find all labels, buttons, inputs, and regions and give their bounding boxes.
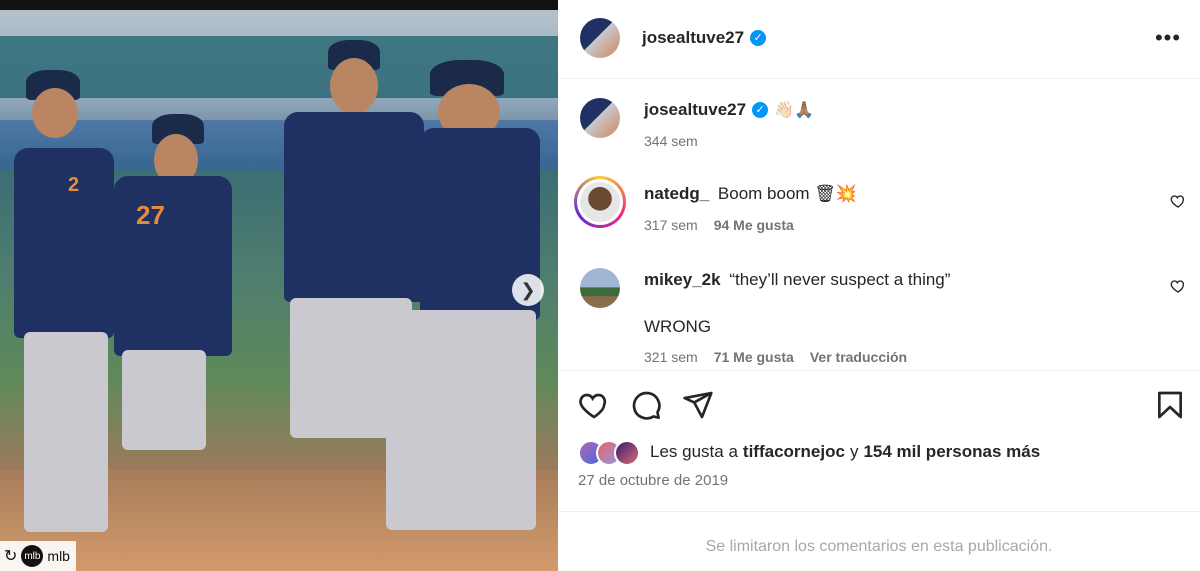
comment-time: 317 sem [644,217,698,233]
repost-icon: ↻ [4,548,18,565]
post-date[interactable]: 27 de octubre de 2019 [578,472,728,489]
comment-time: 321 sem [644,349,698,365]
verified-badge-icon: ✓ [750,30,767,46]
likes-prefix: Les gusta a [650,442,738,461]
comment-likes[interactable]: 71 Me gusta [714,349,794,365]
jersey-number: 2 [68,174,80,196]
next-image-button[interactable]: ❯ [512,274,544,306]
author-avatar[interactable] [580,18,620,58]
player-figure [350,60,550,560]
comment-like-heart-icon[interactable] [1170,193,1186,209]
heart-icon[interactable] [578,389,610,421]
comment-text: “they’ll never suspect a thing” [729,270,951,289]
post-image[interactable]: 2 27 ❯ ↻ mlb mlb [0,0,558,571]
post-details-panel: josealtuve27 ✓ ••• josealtuve27 ✓ 👋🏻🙏🏽 3… [558,0,1200,571]
bookmark-icon[interactable] [1154,389,1186,421]
author-username[interactable]: josealtuve27 [642,28,744,48]
credit-name: mlb [47,548,70,564]
jersey-number: 27 [136,200,165,230]
repost-credit[interactable]: ↻ mlb mlb [0,541,76,571]
send-icon[interactable] [682,389,714,421]
comment-text-line2: WRONG [644,317,712,336]
likes-count[interactable]: 154 mil personas más [863,442,1040,462]
comment-icon[interactable] [630,389,662,421]
more-horizontal-icon: ••• [1154,25,1182,50]
comment-username[interactable]: mikey_2k [644,270,721,289]
comment-likes[interactable]: 94 Me gusta [714,217,794,233]
caption-avatar[interactable] [580,98,620,138]
see-translation-link[interactable]: Ver traducción [810,349,907,365]
caption-username[interactable]: josealtuve27 [644,100,746,120]
caption-text: 👋🏻🙏🏽 [774,102,814,119]
comment-like-heart-icon[interactable] [1170,278,1186,294]
comments-limited-notice: Se limitaron los comentarios en esta pub… [705,538,1053,555]
comment-avatar[interactable] [580,182,620,222]
post-header: josealtuve27 ✓ ••• [558,0,1200,79]
verified-badge-icon: ✓ [752,102,769,118]
comment-username[interactable]: natedg_ [644,184,709,203]
chevron-right-icon: ❯ [520,280,536,300]
player-figure: 27 [108,114,238,554]
caption-time: 344 sem [644,133,698,149]
liker-avatars [578,440,642,466]
likes-connector: y [849,442,859,461]
likes-summary: Les gusta a tiffacornejoc y 154 mil pers… [578,440,1040,466]
comment-avatar[interactable] [580,268,620,308]
image-top-bar [0,0,558,10]
more-options-button[interactable]: ••• [1154,24,1182,52]
comment-text: Boom boom 🗑💥 [717,184,858,203]
credit-avatar: mlb [21,545,44,567]
liker-username[interactable]: tiffacornejoc [743,442,845,462]
